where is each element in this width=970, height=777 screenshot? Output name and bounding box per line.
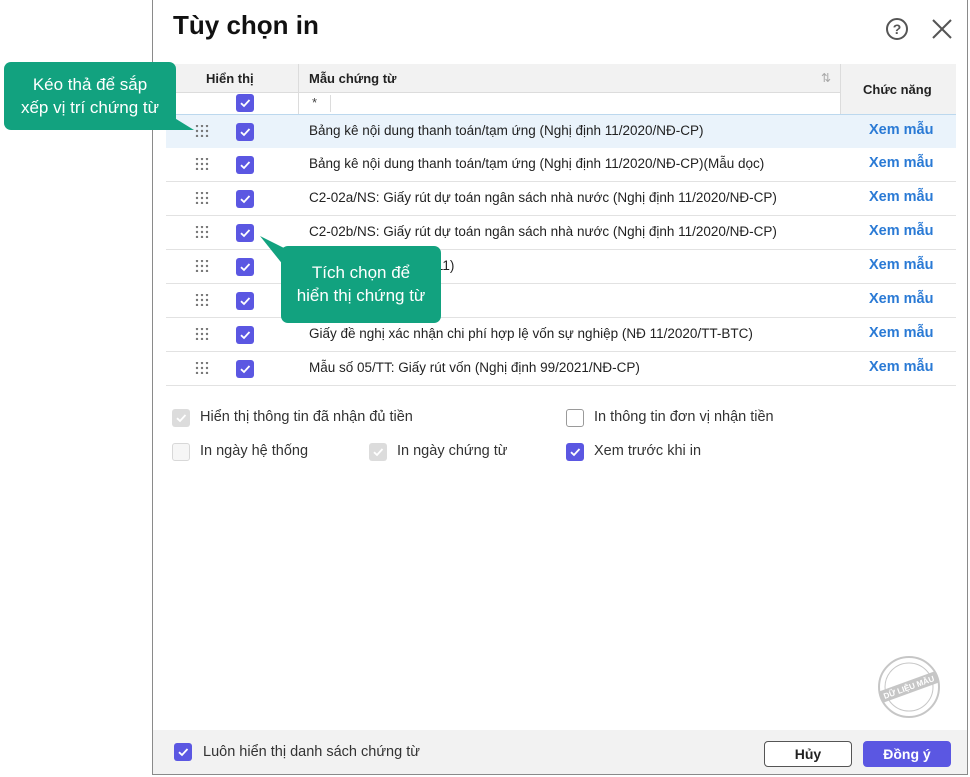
view-sample-link[interactable]: Xem mẫu — [869, 325, 933, 341]
help-icon[interactable]: ? — [886, 18, 908, 40]
row-checkbox[interactable] — [236, 292, 254, 310]
table-row[interactable]: Mẫu số 05/TT: Giấy rút vốn (Nghị định 99… — [166, 352, 956, 386]
drag-callout-pointer — [168, 114, 194, 130]
show-received-label: Hiển thị thông tin đã nhận đủ tiền — [200, 409, 413, 425]
always-show-checkbox[interactable] — [174, 743, 192, 761]
table-row[interactable]: Bảng kê nội dung thanh toán/tạm ứng (Ngh… — [166, 148, 956, 182]
print-doc-date-checkbox[interactable] — [369, 443, 387, 461]
preview-label: Xem trước khi in — [594, 443, 702, 459]
view-sample-link[interactable]: Xem mẫu — [869, 359, 933, 375]
row-form-name: Bảng kê nội dung thanh toán/tạm ứng (Ngh… — [309, 123, 704, 138]
check-callout-pointer — [260, 236, 284, 266]
ok-button[interactable]: Đồng ý — [863, 741, 951, 767]
row-checkbox[interactable] — [236, 360, 254, 378]
view-sample-link[interactable]: Xem mẫu — [869, 122, 933, 138]
drag-handle-icon[interactable] — [195, 192, 209, 204]
show-received-checkbox[interactable] — [172, 409, 190, 427]
drag-handle-icon[interactable] — [195, 226, 209, 238]
row-form-name: Mẫu số 05/TT: Giấy rút vốn (Nghị định 99… — [309, 360, 640, 375]
print-receiver-label: In thông tin đơn vị nhận tiền — [594, 409, 774, 425]
always-show-label: Luôn hiển thị danh sách chứng từ — [203, 744, 420, 760]
drag-handle-icon[interactable] — [195, 158, 209, 170]
preview-checkbox[interactable] — [566, 443, 584, 461]
table-row[interactable]: Giấy đề nghị xác nhận chi phí hợp lệ vốn… — [166, 318, 956, 352]
header-show: Hiển thị — [206, 71, 254, 86]
row-checkbox[interactable] — [236, 258, 254, 276]
print-system-date-checkbox[interactable] — [172, 443, 190, 461]
view-sample-link[interactable]: Xem mẫu — [869, 189, 933, 205]
sort-icon[interactable]: ⇅ — [821, 71, 831, 85]
drag-handle-icon[interactable] — [195, 328, 209, 340]
check-callout-line1: Tích chọn để — [311, 263, 411, 282]
table-row[interactable]: Bảng kê nội dung thanh toán/tạm ứng (Ngh… — [166, 114, 956, 149]
table-row[interactable]: C2-02a/NS: Giấy rút dự toán ngân sách nh… — [166, 182, 956, 216]
drag-handle-icon[interactable] — [195, 260, 209, 272]
row-checkbox[interactable] — [236, 123, 254, 141]
select-all-checkbox[interactable] — [236, 94, 254, 112]
drag-callout-line1: Kéo thả để sắp — [32, 75, 148, 94]
row-checkbox[interactable] — [236, 190, 254, 208]
filter-input[interactable]: * — [312, 95, 331, 112]
header-function: Chức năng — [863, 82, 932, 97]
view-sample-link[interactable]: Xem mẫu — [869, 257, 933, 273]
filter-row: * — [166, 92, 840, 115]
view-sample-link[interactable]: Xem mẫu — [869, 291, 933, 307]
dialog-footer: Luôn hiển thị danh sách chứng từ Hủy Đồn… — [153, 730, 967, 774]
drag-callout-line2: xếp vị trí chứng từ — [20, 98, 160, 117]
dialog-title: Tùy chọn in — [173, 10, 319, 40]
print-system-date-label: In ngày hệ thống — [200, 443, 309, 459]
print-options-dialog: Tùy chọn in ? Hiển thị Mẫu chứng từ ⇅ Ch… — [152, 0, 968, 775]
row-checkbox[interactable] — [236, 224, 254, 242]
view-sample-link[interactable]: Xem mẫu — [869, 223, 933, 239]
close-icon[interactable] — [931, 18, 953, 40]
table-header: Hiển thị Mẫu chứng từ ⇅ Chức năng * — [166, 64, 956, 115]
row-form-name: C2-02a/NS: Giấy rút dự toán ngân sách nh… — [309, 190, 777, 205]
print-doc-date-label: In ngày chứng từ — [397, 443, 508, 459]
print-receiver-checkbox[interactable] — [566, 409, 584, 427]
drag-handle-icon[interactable] — [195, 362, 209, 374]
row-checkbox[interactable] — [236, 326, 254, 344]
cancel-button[interactable]: Hủy — [764, 741, 852, 767]
row-form-name: Bảng kê nội dung thanh toán/tạm ứng (Ngh… — [309, 156, 765, 171]
header-form[interactable]: Mẫu chứng từ — [309, 71, 396, 86]
drag-handle-icon[interactable] — [195, 294, 209, 306]
drag-callout: Kéo thả để sắp xếp vị trí chứng từ — [4, 62, 176, 130]
check-callout-line2: hiển thị chứng từ — [296, 286, 426, 305]
check-callout: Tích chọn để hiển thị chứng từ — [281, 246, 441, 323]
row-form-name: C2-02b/NS: Giấy rút dự toán ngân sách nh… — [309, 224, 777, 239]
row-form-name: Giấy đề nghị xác nhận chi phí hợp lệ vốn… — [309, 326, 753, 341]
row-checkbox[interactable] — [236, 156, 254, 174]
view-sample-link[interactable]: Xem mẫu — [869, 155, 933, 171]
